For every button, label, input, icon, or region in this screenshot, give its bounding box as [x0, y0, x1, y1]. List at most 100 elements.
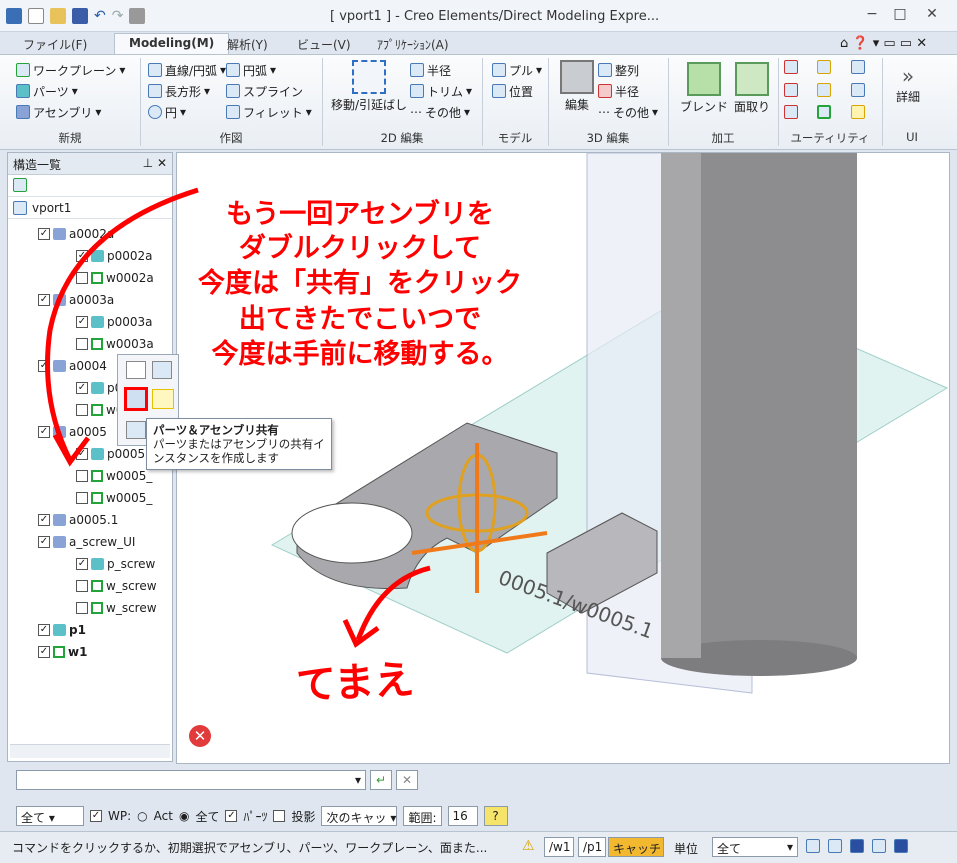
view-icon-5[interactable] [894, 839, 908, 853]
range-input[interactable]: 16 [447, 806, 478, 826]
open-folder-icon[interactable] [50, 8, 66, 24]
projection-checkbox[interactable] [273, 810, 286, 822]
cancel-icon[interactable]: ✕ [189, 725, 211, 747]
status-wp[interactable]: /w1 [544, 837, 574, 857]
measure-icon[interactable] [784, 60, 798, 74]
rectangle-button[interactable]: 長方形 ▾ [148, 81, 210, 101]
grid-icon[interactable] [850, 82, 865, 97]
wp-checkbox[interactable]: ✓ [90, 810, 102, 822]
note-icon[interactable] [850, 105, 865, 120]
view-icon-2[interactable] [828, 839, 842, 853]
blend-button[interactable]: ブレンド [674, 62, 734, 115]
tooltip-title: パーツ＆アセンブリ共有 [153, 423, 279, 437]
range-label: 範囲: [403, 806, 442, 826]
view-icon-4[interactable] [872, 839, 886, 853]
new-file-icon[interactable] [28, 8, 44, 24]
view-icon-1[interactable] [806, 839, 820, 853]
assembly-button[interactable]: アセンブリ ▾ [16, 102, 101, 122]
utility-buttons [784, 60, 880, 124]
dimension-icon[interactable] [784, 105, 798, 120]
next-catch-select[interactable]: 次のキャッ ▾ [321, 806, 398, 826]
warning-icon: ⚠ [522, 838, 535, 854]
title-bar: ↶ ↷ [ vport1 ] - Creo Elements/Direct Mo… [0, 0, 957, 32]
tools-icon[interactable] [129, 8, 146, 24]
group-label-2d-edit: 2D 編集 [380, 131, 424, 145]
unit-select[interactable]: 全て ▾ [712, 837, 798, 857]
move-stretch-button[interactable]: 移動/引延ばし [330, 60, 408, 113]
align-icon [598, 63, 612, 77]
group-label-process: 加工 [711, 131, 735, 145]
command-dropdown-icon[interactable]: ▾ [355, 773, 361, 787]
save-icon[interactable] [72, 8, 88, 24]
other-3d-button[interactable]: ⋯ その他 ▾ [598, 102, 658, 122]
enter-button[interactable]: ↵ [370, 770, 392, 790]
workplane-button[interactable]: ワークプレーン ▾ [16, 60, 125, 80]
detail-button[interactable]: » 詳細 [888, 64, 928, 105]
chamfer-icon [735, 62, 769, 96]
status-bar: コマンドをクリックするか、初期選択でアセンブリ、パーツ、ワークプレーン、面また.… [0, 831, 957, 863]
parts-button[interactable]: パーツ ▾ [16, 81, 78, 101]
close-button[interactable]: ✕ [918, 6, 946, 26]
align-button[interactable]: 整列 [598, 60, 639, 80]
help-button[interactable]: ? [483, 806, 508, 826]
fillet-button[interactable]: フィレット ▾ [226, 102, 312, 122]
redo-icon[interactable]: ↷ [112, 8, 124, 24]
arc-button[interactable]: 円弧 ▾ [226, 60, 276, 80]
ab-share-icon[interactable] [126, 421, 146, 439]
command-input[interactable]: ▾ [16, 770, 366, 790]
maximize-button[interactable]: □ [886, 6, 914, 26]
position-button[interactable]: 位置 [492, 81, 533, 101]
circle-icon [148, 105, 162, 119]
arc-icon [226, 63, 240, 77]
select-icon[interactable] [817, 60, 832, 74]
move-instance-icon[interactable] [126, 361, 146, 379]
edit-cube-icon [560, 60, 594, 94]
tab-view[interactable]: ビュー(V) [282, 33, 366, 54]
selection-filter-bar: 全て ▾ ✓ WP: ○ Act ◉ 全て ✓ ﾊﾟｰﾂ 投影 次のキャッ ▾ 範囲: … [16, 806, 508, 826]
tree-icon[interactable] [850, 60, 865, 74]
cancel-command-button[interactable]: ✕ [396, 770, 418, 790]
view-icon-3[interactable] [850, 839, 864, 853]
share-part-assembly-icon[interactable] [124, 387, 148, 411]
assembly-icon [16, 105, 30, 119]
all-radio[interactable]: ◉ [179, 809, 189, 823]
status-part[interactable]: /p1 [578, 837, 606, 857]
pull-icon [492, 63, 506, 77]
ribbon-options-icons[interactable]: ⌂ ❓ ▾ ▭ ▭ ✕ [840, 36, 927, 51]
tab-file[interactable]: ファイル(F) [8, 33, 102, 54]
radius-2d-button[interactable]: 半径 [410, 60, 451, 80]
pointer-icon[interactable] [817, 82, 832, 97]
tooltip-body: パーツまたはアセンブリの共有インスタンスを作成します [153, 437, 325, 465]
circle-button[interactable]: 円 ▾ [148, 102, 186, 122]
act-radio[interactable]: ○ [137, 809, 147, 823]
minimize-button[interactable]: − [858, 6, 886, 26]
radius-3d-icon [598, 84, 612, 98]
radius-3d-button[interactable]: 半径 [598, 81, 639, 101]
tab-application[interactable]: ｱﾌﾟﾘｹｰｼｮﾝ(A) [362, 33, 464, 54]
chamfer-button[interactable]: 面取り [730, 62, 774, 115]
unit-label: 単位 [674, 842, 699, 856]
tab-analysis[interactable]: 解析(Y) [212, 33, 283, 54]
tree-scrollbar[interactable] [10, 744, 170, 758]
edit-3d-button[interactable]: 編集 [558, 60, 596, 113]
filter-select[interactable]: 全て ▾ [16, 806, 84, 826]
app-icon[interactable] [6, 8, 22, 24]
spline-button[interactable]: スプライン [226, 81, 303, 101]
undo-icon[interactable]: ↶ [94, 8, 106, 24]
other-2d-button[interactable]: ⋯ その他 ▾ [410, 102, 470, 122]
color-icon[interactable] [817, 105, 832, 120]
catch-button[interactable]: キャッチ [608, 837, 664, 857]
trim-button[interactable]: トリム ▾ [410, 81, 472, 101]
share-sub-icon[interactable] [152, 389, 174, 409]
group-label-3d-edit: 3D 編集 [586, 131, 630, 145]
group-label-ui: UI [906, 130, 918, 144]
line-arc-button[interactable]: 直線/円弧 ▾ [148, 60, 226, 80]
group-label-utility: ユーティリティ [790, 131, 870, 145]
radius-icon [410, 63, 424, 77]
query-icon[interactable] [784, 82, 798, 97]
fillet-icon [226, 105, 240, 119]
part-icon [16, 84, 30, 98]
copy-ab-icon[interactable] [152, 361, 172, 379]
pull-button[interactable]: プル ▾ [492, 60, 542, 80]
parts-checkbox[interactable]: ✓ [225, 810, 238, 822]
